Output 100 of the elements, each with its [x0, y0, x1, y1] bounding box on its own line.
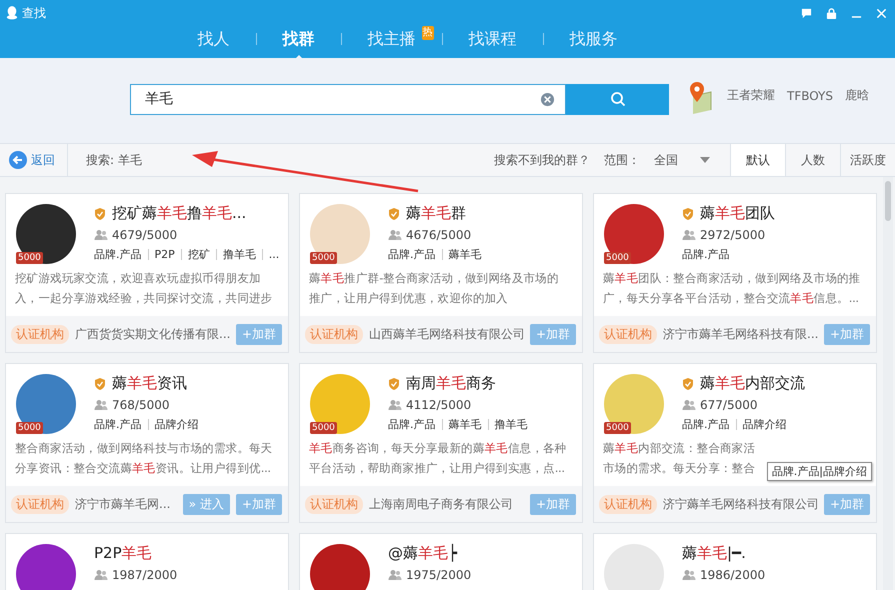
- lock-icon[interactable]: [826, 8, 837, 18]
- search-icon: [610, 91, 626, 107]
- group-name[interactable]: 薅羊毛团队: [700, 204, 775, 223]
- description-line: 分享资讯：整合交流薅羊毛资讯。让用户得到优...: [15, 460, 271, 477]
- member-count: 2972/5000: [700, 228, 766, 242]
- certified-badge: 认证机构: [11, 494, 69, 514]
- capacity-badge: 5000: [310, 422, 337, 434]
- description-line: 挖矿游戏玩家交流，欢迎喜欢玩虚拟币得朋友加: [15, 270, 261, 287]
- group-name[interactable]: 薅羊毛资讯: [112, 374, 187, 393]
- certified-badge: 认证机构: [599, 494, 657, 514]
- tag: 品牌.产品: [682, 247, 730, 262]
- capacity-badge: 5000: [604, 252, 631, 264]
- certified-badge: 认证机构: [599, 324, 657, 344]
- member-count: 4112/5000: [406, 398, 472, 412]
- window-title: 查找: [22, 4, 46, 22]
- tag: 薅羊毛: [448, 247, 482, 262]
- description-line: 市场的需求。每天分享：整合: [603, 460, 756, 477]
- capacity-badge: 5000: [604, 422, 631, 434]
- tag: ...: [268, 248, 280, 261]
- tag: 撸羊毛: [494, 417, 528, 432]
- organization-name: 济宁市薅羊毛网...: [75, 496, 172, 512]
- tag: 挖矿: [188, 247, 210, 262]
- feedback-icon[interactable]: [801, 8, 812, 18]
- description-line: 广，每天分享各平台活动，整合交流羊毛信息。...: [603, 290, 859, 307]
- nav-tab[interactable]: 找课程: [442, 24, 542, 54]
- organization-name: 上海南周电子商务有限公司: [369, 496, 514, 512]
- member-count: 4676/5000: [406, 228, 472, 242]
- search-query-label: 搜索: 羊毛: [86, 152, 142, 168]
- description-line: 薅羊毛推广群-整合商家活动，做到网络及市场的: [309, 270, 559, 287]
- group-name[interactable]: 南周羊毛商务: [406, 374, 496, 393]
- description-line: 入，一起分享游戏经验，共同探讨交流，共同进步: [15, 290, 272, 307]
- people-icon: [94, 399, 108, 411]
- group-name[interactable]: 薅羊毛|━.: [682, 544, 746, 563]
- member-count: 768/5000: [112, 398, 170, 412]
- help-link[interactable]: 搜索不到我的群？: [494, 152, 590, 168]
- group-name[interactable]: P2P羊毛: [94, 544, 152, 563]
- group-avatar: [16, 544, 76, 590]
- group-name[interactable]: 薅羊毛内部交流: [700, 374, 805, 393]
- description-line: 整合商家活动，做到网络科技与市场的需求。每天: [15, 440, 272, 457]
- organization-name: 山西薅羊毛网络科技有限公司: [369, 326, 524, 342]
- people-icon: [682, 569, 696, 581]
- description-line: 薅羊毛团队：整合商家活动，做到网络及市场的推: [603, 270, 860, 287]
- group-name[interactable]: 薅羊毛群: [406, 204, 466, 223]
- people-icon: [682, 229, 696, 241]
- description-line: 平台活动，帮助商家推广，让用户得到实惠，点...: [309, 460, 565, 477]
- tag: 撸羊毛: [222, 247, 256, 262]
- group-avatar: [310, 544, 370, 590]
- hot-badge: 热: [422, 26, 434, 40]
- member-count: 1975/2000: [406, 568, 472, 582]
- range-label: 范围：: [604, 152, 640, 168]
- nav-tab[interactable]: 找服务: [544, 24, 644, 54]
- tag: 薅羊毛: [448, 417, 482, 432]
- member-count: 1986/2000: [700, 568, 766, 582]
- range-dropdown[interactable]: 全国: [654, 152, 710, 168]
- clear-icon[interactable]: [540, 92, 555, 106]
- organization-name: 济宁市薅羊毛网络科技有限...: [663, 326, 818, 342]
- capacity-badge: 5000: [16, 422, 43, 434]
- description-line: 薅羊毛内部交流：整合商家活: [603, 440, 756, 457]
- description-line: 推广，让用户得到优惠，欢迎你的加入: [309, 290, 508, 307]
- tag: 品牌介绍: [742, 417, 786, 432]
- people-icon: [94, 229, 108, 241]
- tag: 品牌.产品: [388, 417, 436, 432]
- hot-keyword-link[interactable]: TFBOYS: [787, 88, 833, 102]
- caret-icon: [700, 157, 710, 163]
- tag: 品牌.产品: [388, 247, 436, 262]
- tag: 品牌.产品: [682, 417, 730, 432]
- certified-badge: 认证机构: [305, 324, 363, 344]
- people-icon: [388, 229, 402, 241]
- sort-tab[interactable]: 默认: [730, 144, 785, 176]
- penguin-icon: [6, 6, 18, 20]
- certified-badge: 认证机构: [305, 494, 363, 514]
- sort-tab[interactable]: 活跃度: [840, 144, 895, 176]
- search-button[interactable]: [566, 84, 669, 114]
- tag: 品牌.产品: [94, 417, 142, 432]
- people-icon: [94, 569, 108, 581]
- people-icon: [388, 569, 402, 581]
- people-icon: [388, 399, 402, 411]
- member-count: 4679/5000: [112, 228, 178, 242]
- tag: 品牌介绍: [154, 417, 198, 432]
- certified-badge: 认证机构: [11, 324, 69, 344]
- back-button[interactable]: 返回: [0, 144, 68, 176]
- description-line: 羊毛商务咨询，每天分享最新的薅羊毛信息，各种: [309, 440, 566, 457]
- capacity-badge: 5000: [310, 252, 337, 264]
- search-field[interactable]: 羊毛: [130, 84, 566, 114]
- member-count: 1987/2000: [112, 568, 178, 582]
- scrollbar-thumb[interactable]: [885, 181, 891, 221]
- group-name[interactable]: 挖矿薅羊毛撸羊毛...: [112, 204, 246, 223]
- group-name[interactable]: @薅羊毛┝: [388, 544, 458, 563]
- organization-name: 济宁薅羊毛网络科技有限公司: [663, 496, 818, 512]
- people-icon: [682, 399, 696, 411]
- sort-tab[interactable]: 人数: [785, 144, 840, 176]
- organization-name: 广西货货实期文化传播有限...: [75, 326, 230, 342]
- tag: P2P: [154, 248, 175, 261]
- capacity-badge: 5000: [16, 252, 43, 264]
- member-count: 677/5000: [700, 398, 758, 412]
- nav-tab[interactable]: 找人: [172, 24, 256, 54]
- close-icon[interactable]: [876, 8, 887, 18]
- hot-keyword-link[interactable]: 王者荣耀: [727, 87, 775, 104]
- hot-keyword-link[interactable]: 鹿晗: [845, 87, 869, 104]
- nav-tab[interactable]: 找主播 热: [342, 24, 442, 54]
